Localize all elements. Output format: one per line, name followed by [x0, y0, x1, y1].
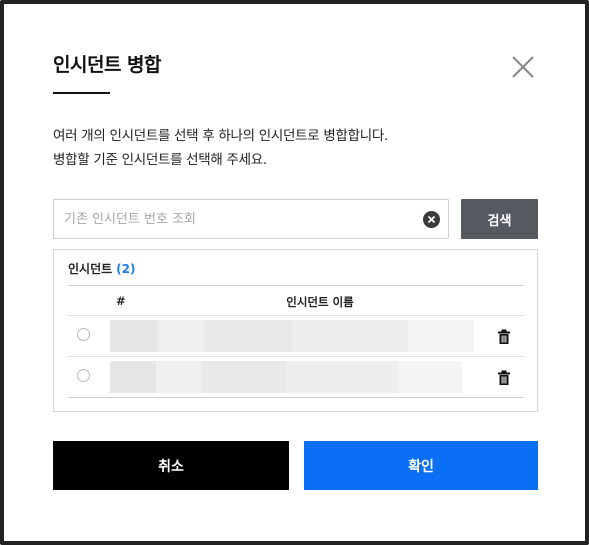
trash-icon — [498, 370, 510, 385]
row-2-incident-name — [110, 361, 462, 393]
row-1-select-radio[interactable] — [77, 328, 90, 341]
row-1-delete-button[interactable] — [497, 329, 511, 345]
incident-list-title: 인시던트 (2) — [68, 260, 136, 277]
incident-search-input[interactable] — [54, 200, 409, 238]
title-underline — [53, 92, 110, 94]
incident-list-label: 인시던트 — [68, 262, 113, 276]
search-box — [53, 199, 449, 239]
close-button[interactable] — [508, 52, 538, 82]
dialog-description: 여러 개의 인시던트를 선택 후 하나의 인시던트로 병합합니다. 병합할 기준… — [53, 124, 388, 172]
close-icon — [512, 56, 534, 78]
clear-search-button[interactable] — [423, 211, 440, 228]
incident-count: (2) — [116, 262, 136, 276]
description-line-1: 여러 개의 인시던트를 선택 후 하나의 인시던트로 병합합니다. — [53, 128, 388, 144]
cancel-button[interactable]: 취소 — [53, 441, 289, 490]
table-row-1-border — [68, 356, 524, 357]
row-1-incident-name — [110, 320, 474, 352]
description-line-2: 병합할 기준 인시던트를 선택해 주세요. — [53, 152, 267, 168]
table-bottom-border — [68, 397, 524, 398]
row-2-delete-button[interactable] — [497, 370, 511, 386]
row-2-select-radio[interactable] — [77, 369, 90, 382]
confirm-button[interactable]: 확인 — [304, 441, 538, 490]
search-button[interactable]: 검색 — [461, 199, 538, 239]
column-header-incident-name: 인시던트 이름 — [286, 295, 354, 309]
trash-icon — [498, 329, 510, 344]
table-header-bottom-border — [68, 315, 524, 316]
table-header-top-border — [68, 285, 524, 286]
clear-circle-icon — [427, 215, 436, 224]
incident-list-panel: 인시던트 (2) # 인시던트 이름 — [53, 249, 538, 412]
column-header-number: # — [116, 294, 126, 308]
dialog-title: 인시던트 병합 — [53, 54, 162, 76]
